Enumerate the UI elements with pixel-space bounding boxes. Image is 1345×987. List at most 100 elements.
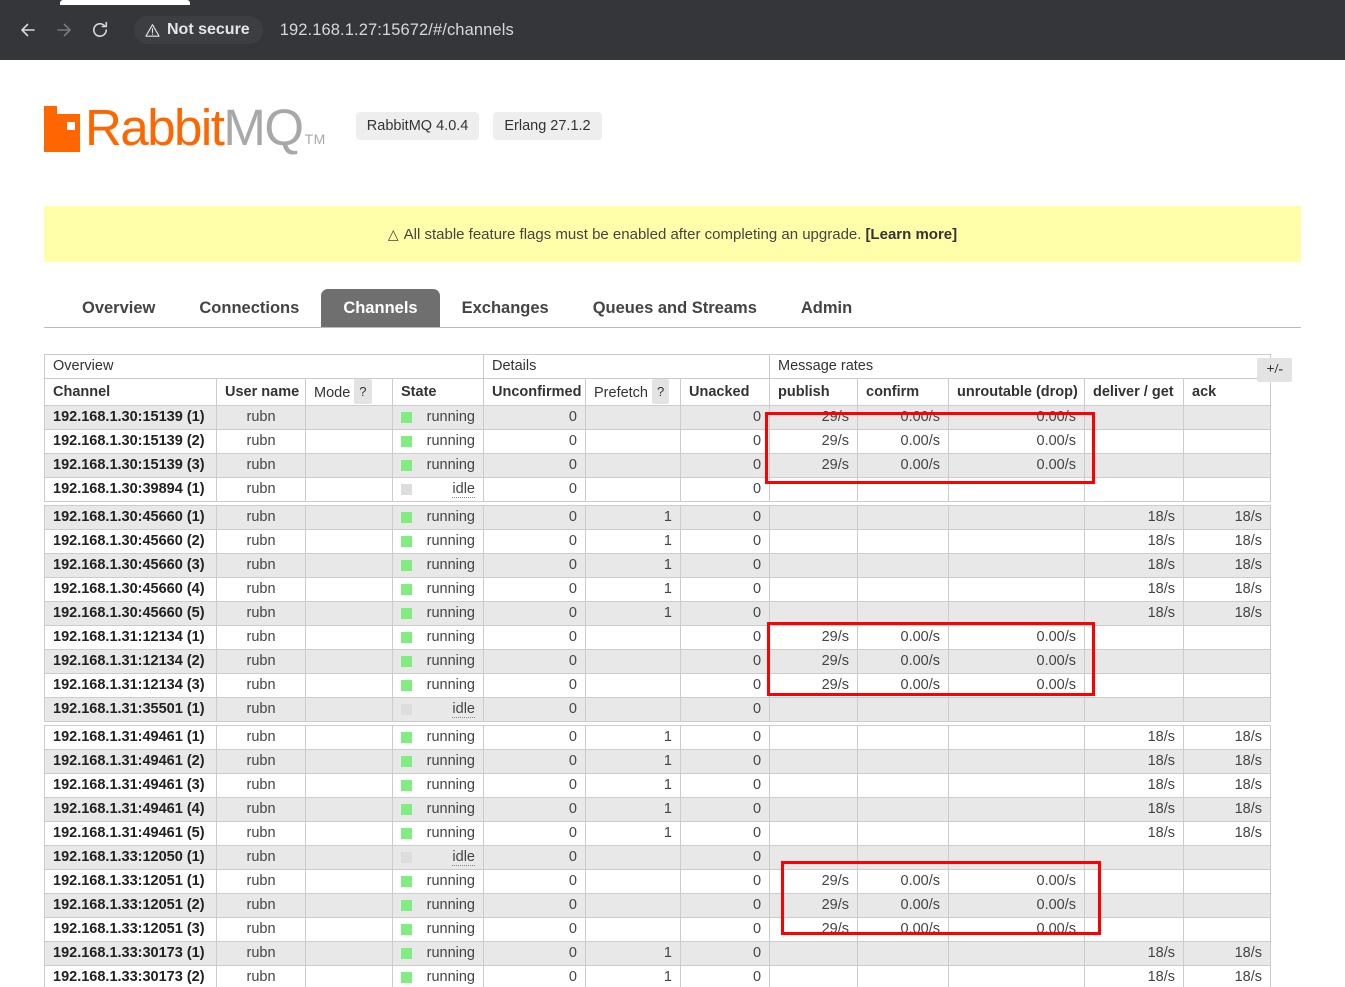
table-row[interactable]: 192.168.1.30:45660 (5) rubn running 0 1 0 18/s… <box>44 601 1272 626</box>
table-row[interactable]: 192.168.1.31:49461 (2) rubn running 0 1 0 18/s… <box>44 749 1272 774</box>
cell-channel[interactable]: 192.168.1.31:49461 (1) <box>44 725 217 750</box>
cell-channel[interactable]: 192.168.1.33:12051 (2) <box>44 893 217 918</box>
table-row[interactable]: 192.168.1.30:15139 (3) rubn running 0 0 29/s 0… <box>44 453 1272 478</box>
channel-link[interactable]: 192.168.1.33:12050 (1) <box>53 849 205 865</box>
channel-link[interactable]: 192.168.1.31:49461 (4) <box>53 801 205 817</box>
channel-link[interactable]: 192.168.1.31:35501 (1) <box>53 701 205 717</box>
column-header-unconfirmed[interactable]: Unconfirmed <box>483 378 586 406</box>
cell-channel[interactable]: 192.168.1.31:12134 (1) <box>44 625 217 650</box>
state-label[interactable]: idle <box>452 849 475 866</box>
reload-button[interactable] <box>82 12 118 48</box>
state-label[interactable]: idle <box>452 481 475 498</box>
cell-channel[interactable]: 192.168.1.33:30173 (1) <box>44 941 217 966</box>
cell-channel[interactable]: 192.168.1.30:45660 (1) <box>44 505 217 530</box>
channel-link[interactable]: 192.168.1.30:15139 (2) <box>53 433 205 449</box>
column-header-user-name[interactable]: User name <box>216 378 306 406</box>
channel-link[interactable]: 192.168.1.31:49461 (2) <box>53 753 205 769</box>
channel-link[interactable]: 192.168.1.30:45660 (2) <box>53 533 205 549</box>
toggle-columns-button[interactable]: +/- <box>1257 358 1292 382</box>
url-text[interactable]: 192.168.1.27:15672/#/channels <box>280 21 514 40</box>
channel-link[interactable]: 192.168.1.30:45660 (5) <box>53 605 205 621</box>
column-header-ack[interactable]: ack <box>1183 378 1272 406</box>
cell-channel[interactable]: 192.168.1.30:15139 (3) <box>44 453 217 478</box>
cell-channel[interactable]: 192.168.1.31:12134 (2) <box>44 649 217 674</box>
tab-queues-and-streams[interactable]: Queues and Streams <box>571 289 779 328</box>
table-row[interactable]: 192.168.1.31:35501 (1) rubn idle 0 0 <box>44 697 1272 722</box>
table-row[interactable]: 192.168.1.31:49461 (5) rubn running 0 1 0 18/s… <box>44 821 1272 846</box>
table-row[interactable]: 192.168.1.33:12051 (1) rubn running 0 0 29/s 0… <box>44 869 1272 894</box>
browser-tab-stub[interactable] <box>60 0 190 5</box>
channel-link[interactable]: 192.168.1.30:45660 (4) <box>53 581 205 597</box>
cell-channel[interactable]: 192.168.1.31:49461 (4) <box>44 797 217 822</box>
channel-link[interactable]: 192.168.1.33:12051 (1) <box>53 873 205 889</box>
channel-link[interactable]: 192.168.1.31:49461 (5) <box>53 825 205 841</box>
table-row[interactable]: 192.168.1.31:49461 (1) rubn running 0 1 0 18/s… <box>44 725 1272 750</box>
channel-link[interactable]: 192.168.1.31:49461 (1) <box>53 729 205 745</box>
channel-link[interactable]: 192.168.1.33:12051 (3) <box>53 921 205 937</box>
rabbitmq-logo[interactable]: Rabbit MQ TM <box>44 102 326 153</box>
column-header-publish[interactable]: publish <box>769 378 859 406</box>
cell-channel[interactable]: 192.168.1.33:30173 (2) <box>44 965 217 987</box>
column-header-prefetch[interactable]: Prefetch? <box>585 378 681 406</box>
table-row[interactable]: 192.168.1.30:39894 (1) rubn idle 0 0 <box>44 477 1272 502</box>
table-row[interactable]: 192.168.1.33:30173 (2) rubn running 0 1 0 18/s… <box>44 965 1272 987</box>
help-icon[interactable]: ? <box>652 379 670 404</box>
tab-overview[interactable]: Overview <box>60 289 177 328</box>
column-header-unroutable-drop[interactable]: unroutable (drop) <box>948 378 1086 406</box>
table-row[interactable]: 192.168.1.30:45660 (1) rubn running 0 1 0 18/s… <box>44 505 1272 530</box>
cell-channel[interactable]: 192.168.1.31:35501 (1) <box>44 697 217 722</box>
cell-channel[interactable]: 192.168.1.30:39894 (1) <box>44 477 217 502</box>
table-row[interactable]: 192.168.1.31:49461 (4) rubn running 0 1 0 18/s… <box>44 797 1272 822</box>
column-header-deliver-get[interactable]: deliver / get <box>1084 378 1185 406</box>
address-bar[interactable]: Not secure 192.168.1.27:15672/#/channels <box>134 12 1345 48</box>
table-row[interactable]: 192.168.1.31:12134 (2) rubn running 0 0 29/s 0… <box>44 649 1272 674</box>
channel-link[interactable]: 192.168.1.31:12134 (1) <box>53 629 205 645</box>
cell-channel[interactable]: 192.168.1.31:49461 (3) <box>44 773 217 798</box>
tab-channels[interactable]: Channels <box>321 288 440 327</box>
cell-channel[interactable]: 192.168.1.33:12050 (1) <box>44 845 217 870</box>
cell-channel[interactable]: 192.168.1.30:15139 (2) <box>44 429 217 454</box>
table-row[interactable]: 192.168.1.33:12051 (2) rubn running 0 0 29/s 0… <box>44 893 1272 918</box>
cell-channel[interactable]: 192.168.1.31:49461 (2) <box>44 749 217 774</box>
tab-admin[interactable]: Admin <box>779 289 874 328</box>
table-row[interactable]: 192.168.1.30:45660 (3) rubn running 0 1 0 18/s… <box>44 553 1272 578</box>
column-header-state[interactable]: State <box>392 378 484 406</box>
cell-channel[interactable]: 192.168.1.31:12134 (3) <box>44 673 217 698</box>
help-icon[interactable]: ? <box>354 379 372 404</box>
state-label[interactable]: idle <box>452 701 475 718</box>
tab-exchanges[interactable]: Exchanges <box>440 289 571 328</box>
table-row[interactable]: 192.168.1.30:45660 (4) rubn running 0 1 0 18/s… <box>44 577 1272 602</box>
cell-channel[interactable]: 192.168.1.30:45660 (3) <box>44 553 217 578</box>
channel-link[interactable]: 192.168.1.33:30173 (2) <box>53 969 205 985</box>
channel-link[interactable]: 192.168.1.31:49461 (3) <box>53 777 205 793</box>
table-row[interactable]: 192.168.1.31:49461 (3) rubn running 0 1 0 18/s… <box>44 773 1272 798</box>
column-header-confirm[interactable]: confirm <box>857 378 950 406</box>
cell-channel[interactable]: 192.168.1.30:15139 (1) <box>44 405 217 430</box>
table-row[interactable]: 192.168.1.30:15139 (1) rubn running 0 0 29/s 0… <box>44 405 1272 430</box>
learn-more-link[interactable]: [Learn more] <box>865 226 957 243</box>
forward-button[interactable] <box>46 12 82 48</box>
channel-link[interactable]: 192.168.1.30:15139 (1) <box>53 409 205 425</box>
table-row[interactable]: 192.168.1.33:12050 (1) rubn idle 0 0 <box>44 845 1272 870</box>
table-row[interactable]: 192.168.1.33:30173 (1) rubn running 0 1 0 18/s… <box>44 941 1272 966</box>
cell-channel[interactable]: 192.168.1.30:45660 (5) <box>44 601 217 626</box>
channel-link[interactable]: 192.168.1.30:45660 (3) <box>53 557 205 573</box>
tab-connections[interactable]: Connections <box>177 289 321 328</box>
cell-channel[interactable]: 192.168.1.33:12051 (1) <box>44 869 217 894</box>
channel-link[interactable]: 192.168.1.30:45660 (1) <box>53 509 205 525</box>
channel-link[interactable]: 192.168.1.30:15139 (3) <box>53 457 205 473</box>
table-row[interactable]: 192.168.1.30:45660 (2) rubn running 0 1 0 18/s… <box>44 529 1272 554</box>
table-row[interactable]: 192.168.1.31:12134 (3) rubn running 0 0 29/s 0… <box>44 673 1272 698</box>
channel-link[interactable]: 192.168.1.33:12051 (2) <box>53 897 205 913</box>
back-button[interactable] <box>10 12 46 48</box>
site-security-badge[interactable]: Not secure <box>134 16 263 44</box>
channel-link[interactable]: 192.168.1.30:39894 (1) <box>53 481 205 497</box>
cell-channel[interactable]: 192.168.1.30:45660 (2) <box>44 529 217 554</box>
table-row[interactable]: 192.168.1.33:12051 (3) rubn running 0 0 29/s 0… <box>44 917 1272 942</box>
cell-channel[interactable]: 192.168.1.33:12051 (3) <box>44 917 217 942</box>
column-header-mode[interactable]: Mode? <box>305 378 393 406</box>
column-header-channel[interactable]: Channel <box>44 378 217 406</box>
channel-link[interactable]: 192.168.1.33:30173 (1) <box>53 945 205 961</box>
cell-channel[interactable]: 192.168.1.31:49461 (5) <box>44 821 217 846</box>
column-header-unacked[interactable]: Unacked <box>679 378 771 406</box>
